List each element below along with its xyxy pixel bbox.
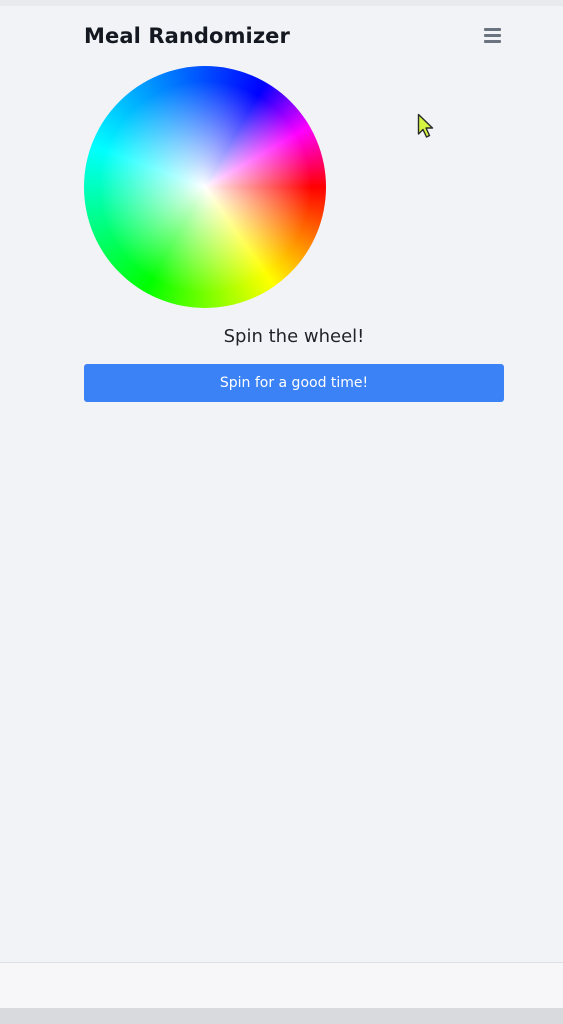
mouse-cursor-icon — [417, 113, 434, 138]
spin-button[interactable]: Spin for a good time! — [84, 364, 504, 402]
color-wheel[interactable] — [84, 66, 326, 308]
status-text: Spin the wheel! — [223, 326, 365, 347]
app-container: Meal Randomizer Spin the wheel! Spin for… — [0, 6, 563, 962]
hamburger-menu-icon[interactable] — [484, 28, 502, 44]
menu-line — [484, 40, 501, 43]
window-bottom-edge — [0, 1008, 563, 1024]
menu-line — [484, 34, 501, 37]
footer-bar — [0, 963, 563, 1008]
menu-line — [484, 28, 501, 31]
app-title: Meal Randomizer — [84, 24, 290, 48]
app-header: Meal Randomizer — [84, 24, 504, 54]
